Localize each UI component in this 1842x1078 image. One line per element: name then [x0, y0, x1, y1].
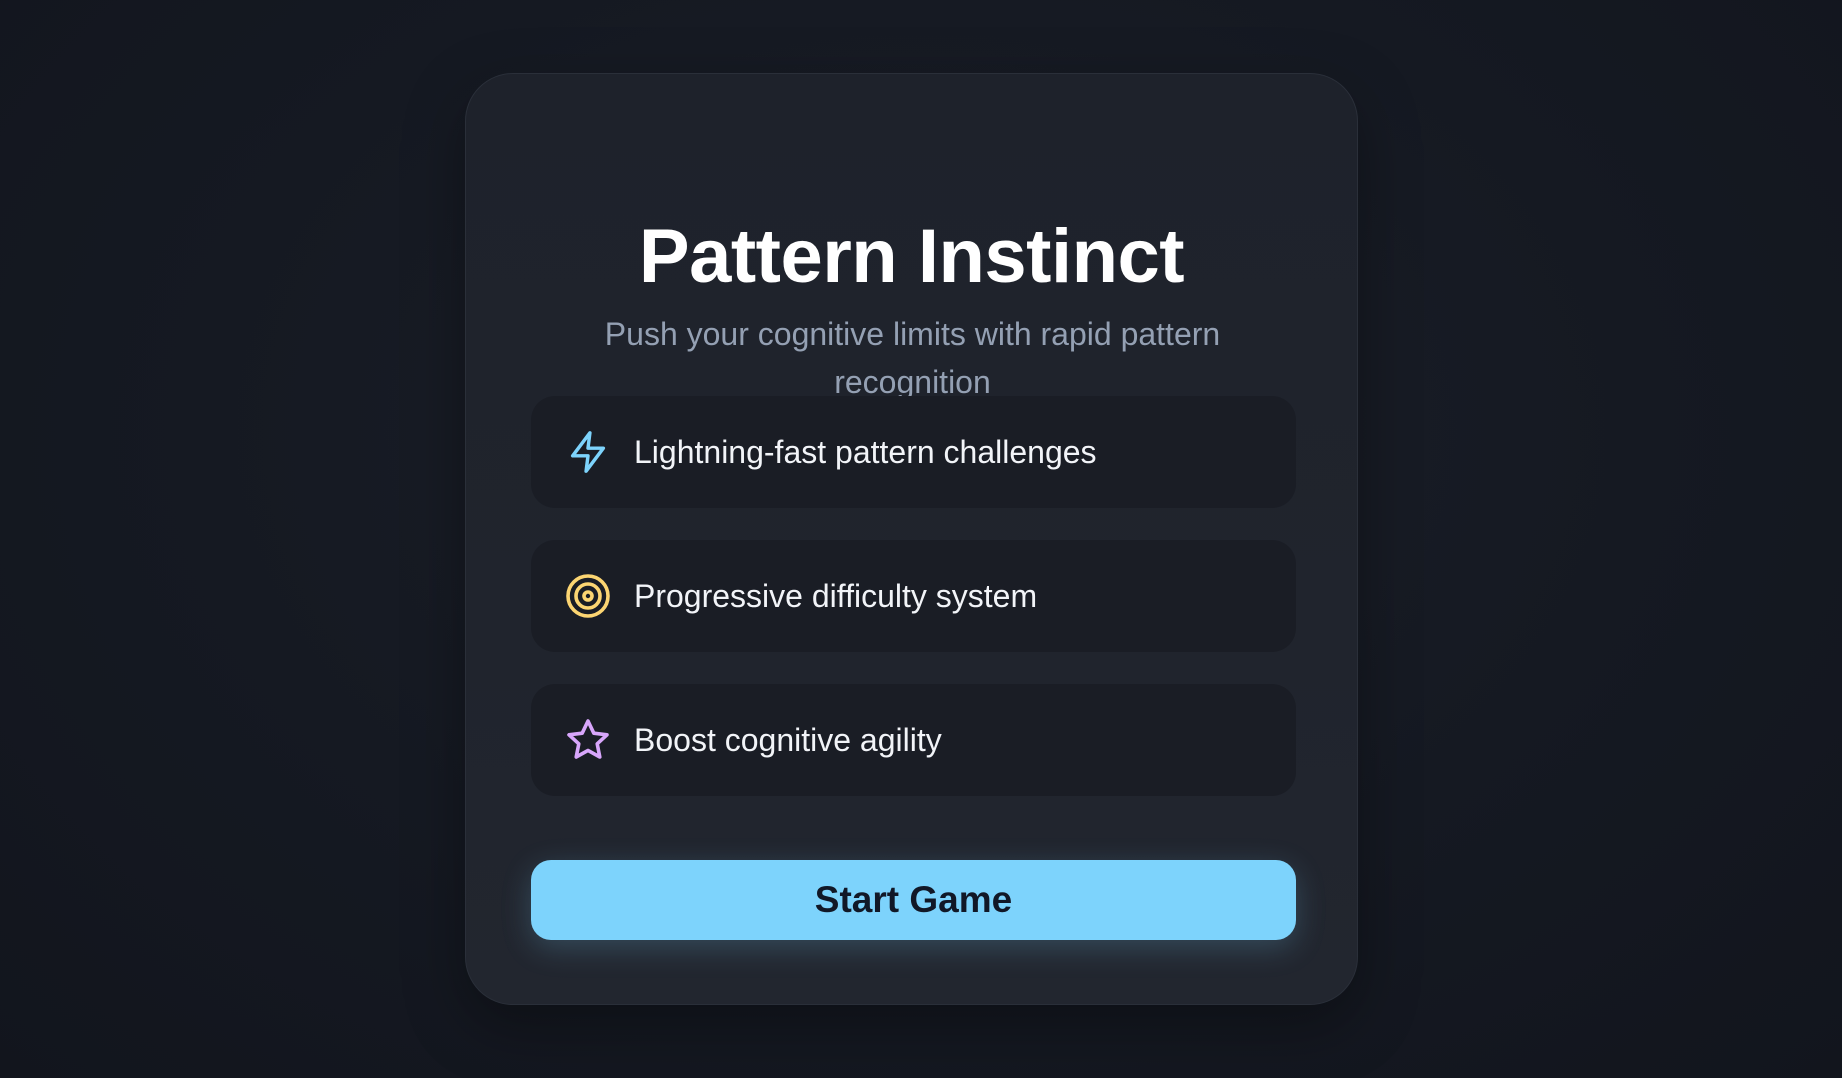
- feature-item-lightning: Lightning-fast pattern challenges: [531, 396, 1296, 508]
- app-background: Pattern Instinct Push your cognitive lim…: [0, 0, 1842, 1078]
- feature-item-agility: Boost cognitive agility: [531, 684, 1296, 796]
- lightning-bolt-icon: [564, 428, 612, 476]
- feature-item-difficulty: Progressive difficulty system: [531, 540, 1296, 652]
- feature-label: Progressive difficulty system: [634, 578, 1038, 614]
- feature-label: Lightning-fast pattern challenges: [634, 434, 1097, 470]
- star-icon: [564, 716, 612, 764]
- feature-label: Boost cognitive agility: [634, 722, 942, 758]
- game-title: Pattern Instinct: [638, 214, 1185, 299]
- target-icon: [564, 572, 612, 620]
- start-card: Pattern Instinct Push your cognitive lim…: [465, 73, 1358, 1005]
- game-subtitle: Push your cognitive limits with rapid pa…: [604, 316, 1221, 400]
- start-game-button[interactable]: Start Game: [531, 860, 1296, 940]
